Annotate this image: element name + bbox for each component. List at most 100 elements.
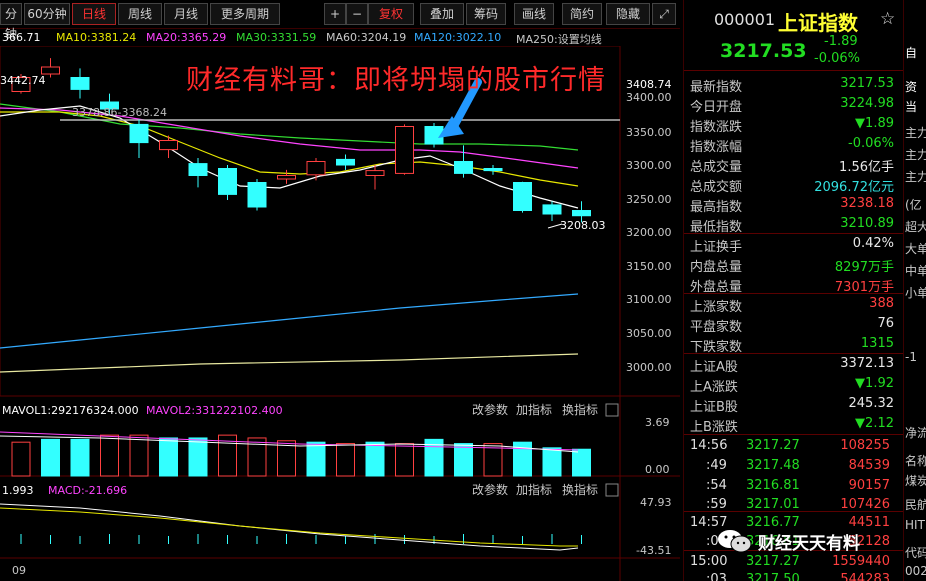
quote-value: 76 (877, 316, 894, 331)
hide-button[interactable]: 隐藏 (606, 3, 650, 25)
tick-volume: 544283 (840, 572, 890, 581)
tick-price: 3216.81 (746, 478, 800, 493)
ma250-setting[interactable]: MA250:设置均线 (516, 31, 602, 46)
quote-label: 上涨家数 (690, 300, 743, 315)
quote-value: -0.06% (848, 136, 894, 151)
watermark: 财经天天有料 (716, 527, 906, 555)
period-month-button[interactable]: 月线 (164, 3, 208, 25)
quote-value: 2096.72亿元 (814, 180, 894, 195)
candle (159, 135, 178, 158)
draw-line-button[interactable]: 画线 (514, 3, 554, 25)
side-strip-text: 主力 (905, 170, 926, 184)
quote-label: 平盘家数 (690, 320, 743, 335)
side-label[interactable]: 自 (905, 44, 917, 61)
vol-tick-zero: 0.00 (645, 463, 670, 476)
period-60min-button[interactable]: 60分钟 (24, 3, 70, 25)
side-strip-text: 主力 (905, 148, 926, 162)
overlay-button[interactable]: 叠加 (420, 3, 464, 25)
vol-params-button[interactable]: 改参数 (472, 402, 508, 417)
price-tick-label: 3050.00 (626, 327, 672, 340)
vol-legend-1: MAVOL1:292176324.000 (2, 404, 139, 417)
kline-chart: 3442.74 3378.86-3368.24 3208.03 3408.743… (0, 46, 680, 581)
period-day-button[interactable]: 日线 (72, 3, 116, 25)
candle-body (41, 66, 60, 75)
quote-label: 今日开盘 (690, 100, 743, 115)
macd-add-indicator-button[interactable]: 加指标 (516, 482, 552, 497)
macd-close-icon[interactable] (605, 483, 619, 497)
ma5-value: 366.71 (2, 31, 41, 44)
side-strip-text: 净流 (905, 426, 926, 440)
candle-body (129, 123, 149, 144)
vol-switch-indicator-button[interactable]: 换指标 (562, 402, 598, 417)
quote-value: 8297万手 (834, 260, 894, 275)
tick-price: 3217.50 (746, 572, 800, 581)
low-mark-label: 3208.03 (560, 219, 606, 232)
period-minute-button[interactable]: 分钟 (0, 3, 22, 41)
price-axis: 3408.743400.00 3350.00 3300.00 3250.00 3200.… (626, 78, 672, 374)
macd-dea-line (0, 507, 578, 547)
quote-value: 1.56亿手 (839, 160, 894, 175)
tick-time: 14:56 (690, 438, 728, 453)
quote-label: 指数涨幅 (690, 140, 743, 155)
quote-label: 总成交额 (690, 180, 743, 195)
period-more-button[interactable]: 更多周期 (210, 3, 280, 25)
macd-params-button[interactable]: 改参数 (472, 482, 508, 497)
favorite-star-icon[interactable]: ☆ (880, 9, 895, 29)
side-strip-text: 超大 (905, 220, 926, 234)
quote-row: 内盘总量 8297万手 (684, 254, 904, 275)
chart-toolbar: 分钟 60分钟 日线 周线 月线 更多周期 + − 复权 叠加 筹码 画线 简约… (0, 0, 680, 41)
volume-bar (572, 448, 591, 477)
ma20-value: MA20:3365.29 (146, 31, 227, 44)
simple-mode-button[interactable]: 简约 (562, 3, 602, 25)
candle-body (277, 175, 296, 180)
fullscreen-icon[interactable]: ⤢ (652, 3, 676, 25)
headline-overlay: 财经有料哥：即将坍塌的股市行情 (186, 65, 606, 96)
separator (684, 70, 904, 71)
adjust-button[interactable]: 复权 (368, 3, 414, 25)
ma250-line (0, 353, 579, 373)
volume-bar (70, 438, 90, 477)
quote-row: 最低指数 3210.89 (684, 214, 904, 235)
index-code: 000001 (714, 10, 776, 29)
volume-bar (306, 441, 326, 477)
ma120-line (0, 293, 579, 349)
wechat-icon (718, 530, 752, 553)
quote-row: 指数涨幅 -0.06% (684, 134, 904, 155)
quote-label: 上证换手 (690, 240, 743, 255)
side-strip-text: 煤炭 (905, 474, 926, 488)
quote-row: 上A涨跌 ▼1.92 (684, 374, 904, 395)
separator (684, 434, 904, 435)
quote-row: 最新指数 3217.53 (684, 74, 904, 95)
ma-legend: 366.71 MA10:3381.24 MA20:3365.29 MA30:33… (0, 30, 620, 46)
candle (336, 154, 355, 170)
tick-volume: 107426 (840, 497, 890, 512)
quote-value: 388 (869, 296, 894, 311)
candle-body (247, 182, 267, 208)
side-strip-text: -1 (905, 350, 917, 364)
price-tick-label: 3150.00 (626, 260, 672, 273)
quote-row: 最高指数 3238.18 (684, 194, 904, 215)
side-strip-text: 大单 (905, 242, 926, 256)
quote-label: 内盘总量 (690, 260, 743, 275)
zoom-in-button[interactable]: + (324, 3, 346, 25)
chips-button[interactable]: 筹码 (466, 3, 506, 25)
tick-volume: 84539 (848, 458, 890, 473)
price-tick-label: 3200.00 (626, 226, 672, 239)
price-tick-label: 3300.00 (626, 159, 672, 172)
side-strip-text: 小单 (905, 286, 926, 300)
zoom-out-button[interactable]: − (346, 3, 368, 25)
volume-bar (159, 437, 178, 477)
macd-switch-indicator-button[interactable]: 换指标 (562, 482, 598, 497)
quote-label: 上证A股 (690, 360, 738, 375)
quote-value: ▼2.12 (855, 416, 894, 431)
tick-price: 3217.01 (746, 497, 800, 512)
volume-bar (41, 438, 60, 477)
period-week-button[interactable]: 周线 (118, 3, 162, 25)
vol-add-indicator-button[interactable]: 加指标 (516, 402, 552, 417)
vol-close-icon[interactable] (605, 403, 619, 417)
date-axis-label: 09 (12, 564, 26, 577)
side-strip-text: 主力 (905, 126, 926, 140)
index-change-pct: -0.06% (814, 51, 860, 66)
ma10-line (0, 111, 579, 187)
candle-body (542, 204, 562, 215)
